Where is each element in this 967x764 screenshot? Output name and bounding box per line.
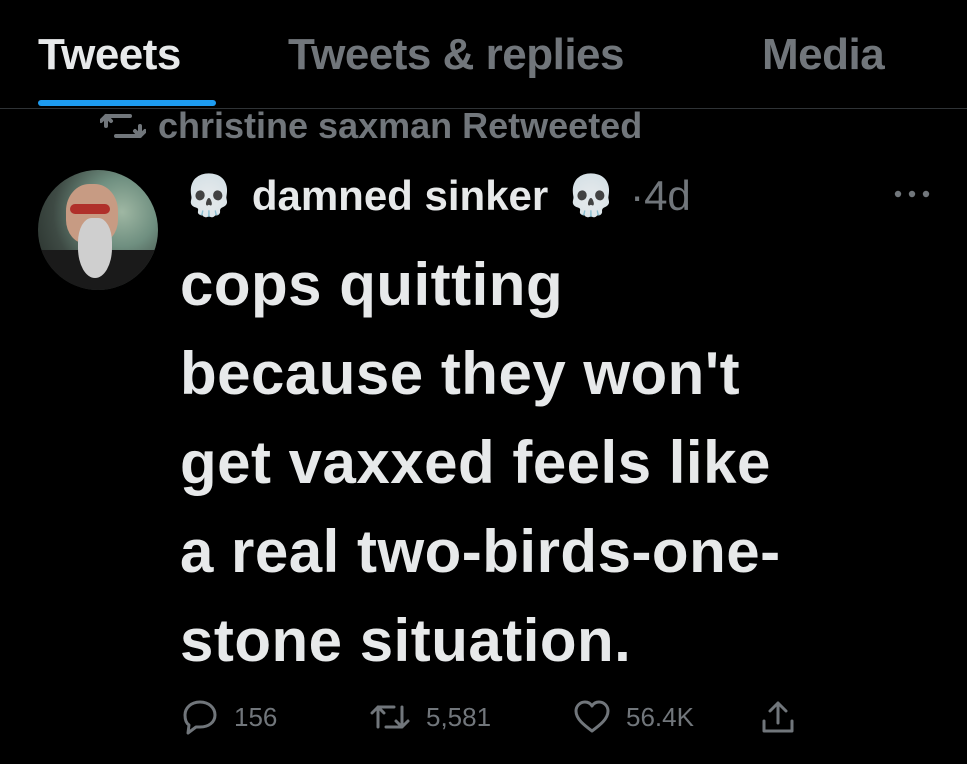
share-icon: [758, 697, 798, 737]
reply-icon: [180, 697, 220, 737]
retweet-icon: [100, 108, 146, 144]
tweet-actions: 156 5,581 56.4K: [180, 694, 880, 740]
tab-tweets[interactable]: Tweets: [38, 30, 181, 80]
retweet-count: 5,581: [426, 701, 492, 732]
retweet-context-label: christine saxman Retweeted: [158, 105, 643, 146]
avatar[interactable]: [38, 170, 158, 290]
tweet-text: cops quitting because they won't get vax…: [180, 251, 781, 674]
tab-media[interactable]: Media: [762, 30, 885, 80]
retweet-icon: [368, 697, 412, 737]
author-display-name[interactable]: damned sinker: [252, 172, 548, 220]
tweet-timestamp[interactable]: ·4d: [630, 172, 691, 220]
tab-tweets-and-replies[interactable]: Tweets & replies: [288, 30, 625, 80]
tweet-header: 💀 damned sinker 💀 ·4d: [184, 168, 691, 224]
retweet-button[interactable]: 5,581: [368, 694, 491, 740]
like-button[interactable]: 56.4K: [572, 694, 694, 740]
skull-emoji-left: 💀: [184, 173, 234, 219]
reply-button[interactable]: 156: [180, 694, 277, 740]
share-button[interactable]: [758, 694, 798, 740]
reply-count: 156: [234, 701, 278, 732]
skull-emoji-right: 💀: [566, 173, 617, 219]
heart-icon: [572, 697, 612, 737]
retweet-context[interactable]: christine saxman Retweeted: [100, 104, 642, 148]
like-count: 56.4K: [626, 701, 694, 732]
profile-tabs: Tweets Tweets & replies Media: [0, 0, 967, 109]
more-icon[interactable]: [890, 184, 934, 204]
